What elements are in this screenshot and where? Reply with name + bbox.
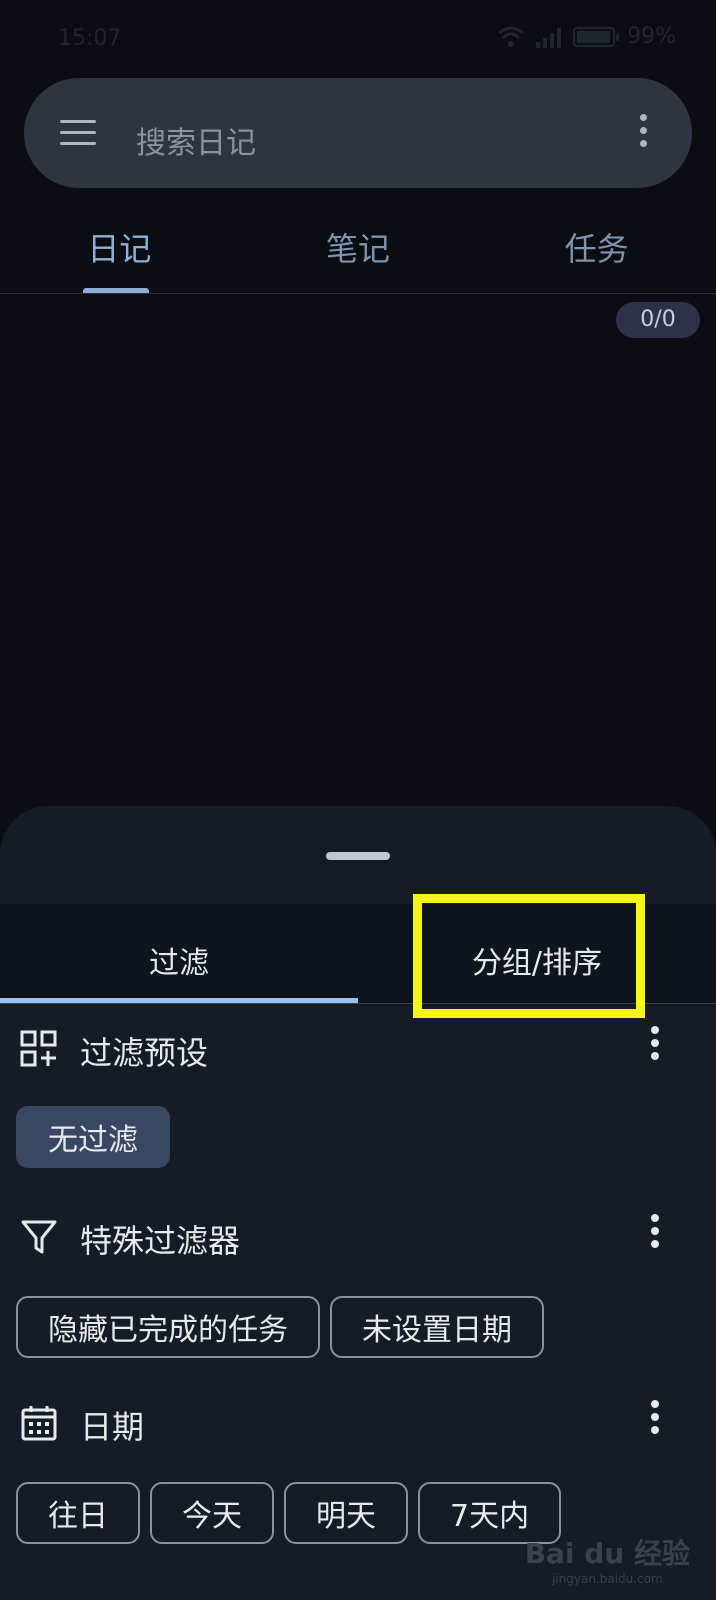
drag-handle[interactable] <box>326 852 390 860</box>
tab-diary[interactable]: 日记 <box>0 196 239 293</box>
menu-icon[interactable] <box>60 120 96 146</box>
battery-icon <box>573 26 620 47</box>
more-options-icon[interactable] <box>638 114 648 152</box>
section-title: 特殊过滤器 <box>80 1222 241 1260</box>
preset-chips: 无过滤 <box>16 1106 170 1168</box>
chip-hide-completed[interactable]: 隐藏已完成的任务 <box>16 1296 320 1358</box>
tab-filter-label: 过滤 <box>149 946 209 981</box>
search-bar[interactable]: 搜索日记 <box>24 78 692 188</box>
chip-no-filter[interactable]: 无过滤 <box>16 1106 170 1168</box>
chip-today[interactable]: 今天 <box>150 1482 274 1544</box>
tab-notes-label: 笔记 <box>326 230 391 268</box>
section-title: 过滤预设 <box>80 1034 209 1072</box>
section-date: 日期 <box>0 1386 716 1456</box>
more-options-icon[interactable] <box>650 1214 660 1254</box>
status-time: 15:07 <box>58 26 122 51</box>
search-input[interactable]: 搜索日记 <box>136 118 256 162</box>
status-bar: 15:07 99% <box>0 0 716 84</box>
filter-bottom-sheet: 过滤 分组/排序 过滤预设 无过滤 特殊过滤器 隐藏已完成的任务 未设置日期 日… <box>0 806 716 1600</box>
watermark-main: Bai du 经验 <box>524 1537 690 1570</box>
tab-diary-label: 日记 <box>87 230 152 268</box>
calendar-icon <box>21 1406 57 1441</box>
tab-notes[interactable]: 笔记 <box>239 196 478 293</box>
watermark-sub: jingyan.baidu.com <box>551 1572 663 1586</box>
status-icons: 99% <box>498 24 676 49</box>
section-filter-presets: 过滤预设 <box>0 1012 716 1082</box>
chip-no-date[interactable]: 未设置日期 <box>330 1296 544 1358</box>
wifi-icon <box>498 26 525 47</box>
signal-icon <box>536 26 562 48</box>
section-title: 日期 <box>80 1408 145 1446</box>
tab-indicator <box>83 288 150 293</box>
grid-add-icon <box>20 1030 57 1067</box>
battery-percent: 99% <box>627 24 676 49</box>
more-options-icon[interactable] <box>650 1400 660 1440</box>
tab-indicator <box>0 998 358 1003</box>
filter-icon <box>21 1220 57 1254</box>
special-filter-chips: 隐藏已完成的任务 未设置日期 <box>16 1296 544 1358</box>
highlight-box <box>413 894 645 1018</box>
count-badge: 0/0 <box>616 302 700 338</box>
more-options-icon[interactable] <box>650 1026 660 1066</box>
date-chips: 往日 今天 明天 7天内 <box>16 1482 562 1544</box>
chip-past[interactable]: 往日 <box>16 1482 140 1544</box>
tab-tasks-label: 任务 <box>564 230 629 268</box>
section-special-filters: 特殊过滤器 <box>0 1200 716 1270</box>
tab-tasks[interactable]: 任务 <box>477 196 716 293</box>
watermark: Bai du 经验 jingyan.baidu.com <box>525 1532 690 1586</box>
chip-tomorrow[interactable]: 明天 <box>284 1482 408 1544</box>
tab-filter[interactable]: 过滤 <box>0 904 358 1003</box>
top-tabs: 日记 笔记 任务 <box>0 196 716 294</box>
